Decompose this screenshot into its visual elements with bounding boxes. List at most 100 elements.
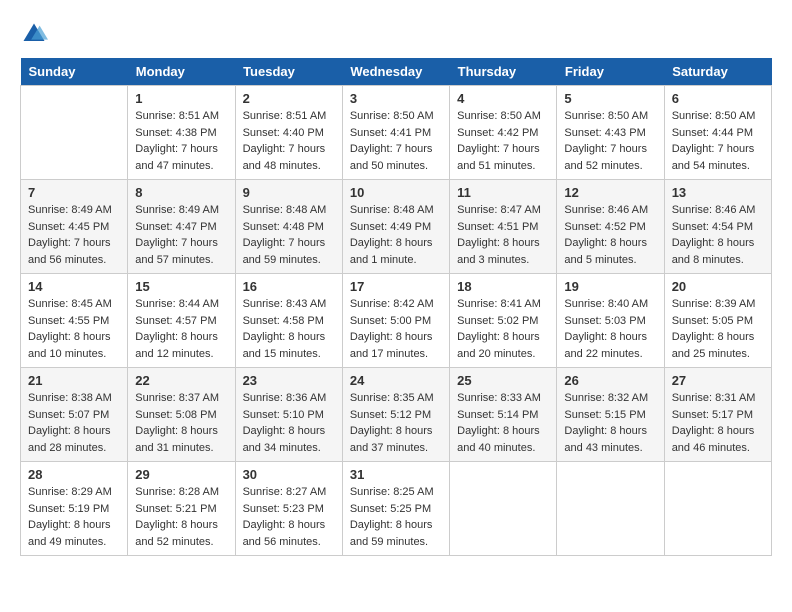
day-cell: 15 Sunrise: 8:44 AM Sunset: 4:57 PM Dayl… [128,274,235,368]
sunrise-text: Sunrise: 8:32 AM [564,390,656,407]
col-header-wednesday: Wednesday [342,58,449,86]
week-row-4: 21 Sunrise: 8:38 AM Sunset: 5:07 PM Dayl… [21,368,772,462]
sunset-text: Sunset: 5:15 PM [564,407,656,424]
sunset-text: Sunset: 4:44 PM [672,125,764,142]
day-cell: 19 Sunrise: 8:40 AM Sunset: 5:03 PM Dayl… [557,274,664,368]
sunrise-text: Sunrise: 8:28 AM [135,484,227,501]
daylight-text: Daylight: 8 hours and 22 minutes. [564,329,656,362]
sunset-text: Sunset: 4:45 PM [28,219,120,236]
sunset-text: Sunset: 4:40 PM [243,125,335,142]
day-number: 14 [28,279,120,294]
sunset-text: Sunset: 4:55 PM [28,313,120,330]
day-info: Sunrise: 8:28 AM Sunset: 5:21 PM Dayligh… [135,484,227,550]
day-number: 30 [243,467,335,482]
sunrise-text: Sunrise: 8:51 AM [243,108,335,125]
daylight-text: Daylight: 8 hours and 20 minutes. [457,329,549,362]
daylight-text: Daylight: 8 hours and 34 minutes. [243,423,335,456]
daylight-text: Daylight: 7 hours and 57 minutes. [135,235,227,268]
day-info: Sunrise: 8:51 AM Sunset: 4:40 PM Dayligh… [243,108,335,174]
daylight-text: Daylight: 7 hours and 48 minutes. [243,141,335,174]
page-header [20,20,772,48]
daylight-text: Daylight: 8 hours and 5 minutes. [564,235,656,268]
sunset-text: Sunset: 4:51 PM [457,219,549,236]
daylight-text: Daylight: 7 hours and 50 minutes. [350,141,442,174]
day-cell: 8 Sunrise: 8:49 AM Sunset: 4:47 PM Dayli… [128,180,235,274]
sunrise-text: Sunrise: 8:50 AM [457,108,549,125]
week-row-2: 7 Sunrise: 8:49 AM Sunset: 4:45 PM Dayli… [21,180,772,274]
day-info: Sunrise: 8:50 AM Sunset: 4:43 PM Dayligh… [564,108,656,174]
day-number: 31 [350,467,442,482]
day-number: 20 [672,279,764,294]
sunset-text: Sunset: 5:00 PM [350,313,442,330]
sunrise-text: Sunrise: 8:39 AM [672,296,764,313]
day-cell: 6 Sunrise: 8:50 AM Sunset: 4:44 PM Dayli… [664,86,771,180]
sunset-text: Sunset: 5:02 PM [457,313,549,330]
day-info: Sunrise: 8:37 AM Sunset: 5:08 PM Dayligh… [135,390,227,456]
day-info: Sunrise: 8:50 AM Sunset: 4:44 PM Dayligh… [672,108,764,174]
col-header-sunday: Sunday [21,58,128,86]
sunset-text: Sunset: 5:12 PM [350,407,442,424]
day-number: 18 [457,279,549,294]
col-header-saturday: Saturday [664,58,771,86]
day-cell [450,462,557,556]
day-cell: 21 Sunrise: 8:38 AM Sunset: 5:07 PM Dayl… [21,368,128,462]
day-cell: 23 Sunrise: 8:36 AM Sunset: 5:10 PM Dayl… [235,368,342,462]
col-header-friday: Friday [557,58,664,86]
day-number: 2 [243,91,335,106]
sunset-text: Sunset: 4:49 PM [350,219,442,236]
day-cell: 7 Sunrise: 8:49 AM Sunset: 4:45 PM Dayli… [21,180,128,274]
sunset-text: Sunset: 5:25 PM [350,501,442,518]
sunrise-text: Sunrise: 8:31 AM [672,390,764,407]
daylight-text: Daylight: 8 hours and 52 minutes. [135,517,227,550]
daylight-text: Daylight: 8 hours and 8 minutes. [672,235,764,268]
calendar-table: SundayMondayTuesdayWednesdayThursdayFrid… [20,58,772,556]
col-header-monday: Monday [128,58,235,86]
day-cell: 26 Sunrise: 8:32 AM Sunset: 5:15 PM Dayl… [557,368,664,462]
daylight-text: Daylight: 8 hours and 17 minutes. [350,329,442,362]
day-number: 23 [243,373,335,388]
sunset-text: Sunset: 5:19 PM [28,501,120,518]
day-info: Sunrise: 8:46 AM Sunset: 4:54 PM Dayligh… [672,202,764,268]
sunrise-text: Sunrise: 8:27 AM [243,484,335,501]
day-number: 27 [672,373,764,388]
day-info: Sunrise: 8:40 AM Sunset: 5:03 PM Dayligh… [564,296,656,362]
day-cell: 29 Sunrise: 8:28 AM Sunset: 5:21 PM Dayl… [128,462,235,556]
daylight-text: Daylight: 8 hours and 56 minutes. [243,517,335,550]
sunrise-text: Sunrise: 8:37 AM [135,390,227,407]
day-number: 24 [350,373,442,388]
day-cell: 28 Sunrise: 8:29 AM Sunset: 5:19 PM Dayl… [21,462,128,556]
daylight-text: Daylight: 8 hours and 15 minutes. [243,329,335,362]
day-cell: 30 Sunrise: 8:27 AM Sunset: 5:23 PM Dayl… [235,462,342,556]
sunrise-text: Sunrise: 8:51 AM [135,108,227,125]
day-info: Sunrise: 8:47 AM Sunset: 4:51 PM Dayligh… [457,202,549,268]
day-info: Sunrise: 8:36 AM Sunset: 5:10 PM Dayligh… [243,390,335,456]
day-info: Sunrise: 8:38 AM Sunset: 5:07 PM Dayligh… [28,390,120,456]
sunrise-text: Sunrise: 8:44 AM [135,296,227,313]
day-cell: 27 Sunrise: 8:31 AM Sunset: 5:17 PM Dayl… [664,368,771,462]
daylight-text: Daylight: 7 hours and 54 minutes. [672,141,764,174]
day-info: Sunrise: 8:51 AM Sunset: 4:38 PM Dayligh… [135,108,227,174]
sunset-text: Sunset: 4:38 PM [135,125,227,142]
day-cell: 31 Sunrise: 8:25 AM Sunset: 5:25 PM Dayl… [342,462,449,556]
day-number: 16 [243,279,335,294]
sunset-text: Sunset: 4:57 PM [135,313,227,330]
sunrise-text: Sunrise: 8:41 AM [457,296,549,313]
day-number: 22 [135,373,227,388]
day-info: Sunrise: 8:44 AM Sunset: 4:57 PM Dayligh… [135,296,227,362]
day-cell: 4 Sunrise: 8:50 AM Sunset: 4:42 PM Dayli… [450,86,557,180]
day-cell: 16 Sunrise: 8:43 AM Sunset: 4:58 PM Dayl… [235,274,342,368]
day-number: 3 [350,91,442,106]
daylight-text: Daylight: 8 hours and 28 minutes. [28,423,120,456]
sunset-text: Sunset: 5:05 PM [672,313,764,330]
day-cell: 5 Sunrise: 8:50 AM Sunset: 4:43 PM Dayli… [557,86,664,180]
day-cell: 11 Sunrise: 8:47 AM Sunset: 4:51 PM Dayl… [450,180,557,274]
day-cell: 20 Sunrise: 8:39 AM Sunset: 5:05 PM Dayl… [664,274,771,368]
day-cell [557,462,664,556]
daylight-text: Daylight: 8 hours and 46 minutes. [672,423,764,456]
day-info: Sunrise: 8:31 AM Sunset: 5:17 PM Dayligh… [672,390,764,456]
sunrise-text: Sunrise: 8:36 AM [243,390,335,407]
day-cell: 25 Sunrise: 8:33 AM Sunset: 5:14 PM Dayl… [450,368,557,462]
day-info: Sunrise: 8:46 AM Sunset: 4:52 PM Dayligh… [564,202,656,268]
daylight-text: Daylight: 7 hours and 59 minutes. [243,235,335,268]
daylight-text: Daylight: 7 hours and 47 minutes. [135,141,227,174]
